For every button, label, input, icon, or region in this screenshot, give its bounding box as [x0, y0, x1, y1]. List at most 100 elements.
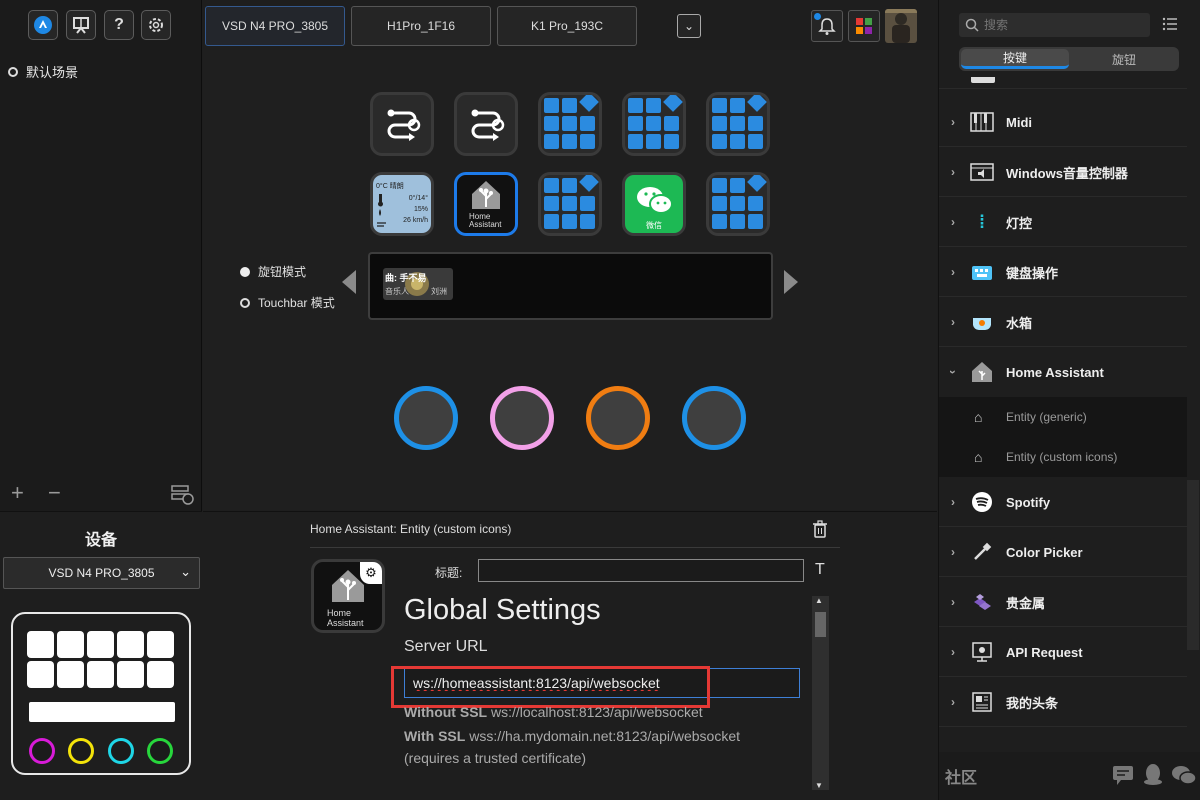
title-input[interactable]	[478, 559, 804, 582]
inspector-scrollbar[interactable]: ▲ ▼	[812, 596, 829, 790]
knob[interactable]	[394, 386, 458, 450]
key-wechat[interactable]: 微信	[622, 172, 686, 236]
without-ssl-hint: Without SSL ws://localhost:8123/api/webs…	[404, 704, 703, 720]
device-select[interactable]: VSD N4 PRO_3805 ⌄	[3, 557, 200, 589]
device-tab-label: H1Pro_1F16	[386, 19, 456, 33]
help-button[interactable]: ?	[104, 10, 134, 40]
action-library: 按键 旋钮 › Midi › Windows音量控制器 › ⁞ 灯控 › 键盘操…	[938, 0, 1200, 800]
presentation-icon	[73, 17, 89, 34]
mode-touchbar-option[interactable]: Touchbar 模式	[240, 294, 335, 311]
preview-knob	[108, 738, 134, 764]
category-precious-metals[interactable]: › 贵金属	[939, 578, 1187, 626]
tab-keys[interactable]: 按键	[961, 49, 1069, 69]
property-inspector: Home Assistant: Entity (custom icons) Ho…	[203, 511, 937, 800]
tab-label: 旋钮	[1111, 52, 1136, 67]
folder-icon	[579, 175, 599, 192]
knob[interactable]	[490, 386, 554, 450]
trash-icon[interactable]	[812, 520, 828, 538]
knob[interactable]	[682, 386, 746, 450]
library-scrollbar[interactable]	[1187, 480, 1199, 650]
settings-button[interactable]	[141, 10, 171, 40]
device-panel: 设备 VSD N4 PRO_3805 ⌄	[0, 511, 202, 800]
category-label: 我的头条	[1006, 695, 1059, 711]
tab-knobs[interactable]: 旋钮	[1071, 49, 1177, 69]
key-home-assistant[interactable]: Home Assistant	[454, 172, 518, 236]
keyboard-icon	[970, 260, 994, 284]
scene-manager-icon[interactable]	[170, 483, 194, 505]
device-tab[interactable]: K1 Pro_193C	[497, 6, 637, 46]
community-bar: 社区	[939, 752, 1200, 800]
key-multi-action[interactable]	[454, 92, 518, 156]
remove-scene-icon[interactable]: −	[48, 480, 61, 506]
touchbar-prev-arrow[interactable]	[342, 270, 356, 294]
hint-label: With SSL	[404, 728, 466, 744]
home-assistant-icon: ⌂	[974, 409, 983, 425]
category-label: API Request	[1006, 644, 1083, 660]
preview-knob	[68, 738, 94, 764]
touchbar[interactable]: 曲: 手不易 音乐人 刘洲	[368, 252, 773, 320]
gear-icon: ⚙	[365, 565, 377, 580]
preview-key	[117, 631, 144, 658]
device-tab[interactable]: VSD N4 PRO_3805	[205, 6, 345, 46]
category-color-picker[interactable]: › Color Picker	[939, 528, 1187, 576]
multi-action-icon	[471, 109, 505, 141]
add-scene-icon[interactable]: +	[11, 480, 24, 506]
search-input[interactable]	[984, 15, 1144, 35]
category-tank[interactable]: › 水箱	[939, 298, 1187, 346]
folder-icon	[747, 175, 767, 192]
key-weather[interactable]: 0°C 晴朗 0°/14° 15% 26 km/h	[370, 172, 434, 236]
key-folder[interactable]	[538, 92, 602, 156]
notification-dot	[814, 13, 821, 20]
help-icon: ?	[114, 16, 124, 33]
presentation-button[interactable]	[66, 10, 96, 40]
key-folder[interactable]	[706, 92, 770, 156]
knob[interactable]	[586, 386, 650, 450]
breadcrumb-action: Entity (custom icons)	[400, 522, 512, 536]
action-icon-preview[interactable]: Home Assistant ⚙	[311, 559, 385, 633]
action-ha-entity-generic[interactable]: ⌂ Entity (generic)	[939, 397, 1187, 437]
device-tabs-dropdown[interactable]: ⌄	[677, 14, 701, 38]
device-tab[interactable]: H1Pro_1F16	[351, 6, 491, 46]
preview-key	[27, 661, 54, 688]
hint-example: ws://localhost:8123/api/websocket	[490, 704, 703, 720]
scene-item-default[interactable]: 默认场景	[8, 62, 78, 81]
tab-label: 按键	[1002, 51, 1027, 65]
app-logo-button[interactable]	[28, 10, 58, 40]
touchbar-next-arrow[interactable]	[784, 270, 798, 294]
radio-icon	[8, 66, 18, 77]
mode-label: 旋钮模式	[258, 265, 307, 279]
divider	[939, 676, 1187, 677]
category-spotify[interactable]: › Spotify	[939, 478, 1187, 526]
list-view-icon[interactable]	[1162, 17, 1178, 31]
scrollbar-thumb[interactable]	[815, 612, 826, 637]
qq-icon[interactable]	[1142, 762, 1164, 786]
avatar[interactable]	[885, 9, 917, 43]
key-folder[interactable]	[622, 92, 686, 156]
server-url-input[interactable]	[404, 668, 800, 698]
weather-wind: 26 km/h	[403, 217, 428, 224]
mode-knob-option[interactable]: 旋钮模式	[240, 263, 306, 280]
category-keyboard[interactable]: › 键盘操作	[939, 248, 1187, 296]
preview-knob	[29, 738, 55, 764]
key-folder[interactable]	[538, 172, 602, 236]
category-midi[interactable]: › Midi	[939, 98, 1187, 146]
wechat-icon[interactable]	[1171, 764, 1197, 786]
store-button[interactable]	[848, 10, 880, 42]
key-multi-action[interactable]	[370, 92, 434, 156]
folder-icon	[747, 95, 767, 112]
search-field[interactable]	[959, 13, 1150, 37]
partial-category-icon	[971, 77, 995, 83]
community-label: 社区	[945, 770, 978, 787]
title-format-icon[interactable]: T	[815, 561, 825, 579]
category-light[interactable]: › ⁞ 灯控	[939, 198, 1187, 246]
action-ha-entity-custom-icons[interactable]: ⌂ Entity (custom icons)	[939, 437, 1187, 477]
category-my-news[interactable]: › 我的头条	[939, 678, 1187, 726]
notifications-button[interactable]	[811, 10, 843, 42]
category-api-request[interactable]: › API Request	[939, 628, 1187, 676]
icon-settings-badge[interactable]: ⚙	[360, 562, 382, 584]
touchbar-music-widget[interactable]: 曲: 手不易 音乐人 刘洲	[383, 268, 453, 300]
key-folder[interactable]	[706, 172, 770, 236]
category-home-assistant[interactable]: › Home Assistant	[939, 348, 1187, 396]
chat-icon[interactable]	[1111, 764, 1135, 786]
category-windows-volume[interactable]: › Windows音量控制器	[939, 148, 1187, 196]
